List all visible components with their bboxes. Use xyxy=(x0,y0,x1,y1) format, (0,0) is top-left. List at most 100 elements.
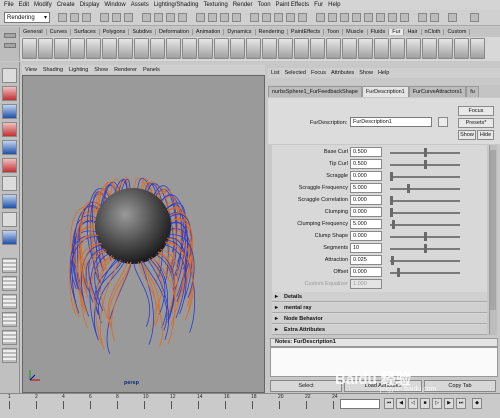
render-settings-icon[interactable] xyxy=(232,13,241,22)
attribute-slider-handle[interactable] xyxy=(390,196,393,205)
attribute-value-field[interactable]: 0.000 xyxy=(350,195,382,205)
show-manipulator-icon[interactable] xyxy=(2,212,17,227)
select-button[interactable]: Select xyxy=(270,380,342,392)
dope-sheet-icon[interactable] xyxy=(364,13,373,22)
channel-box-icon[interactable] xyxy=(286,13,295,22)
section-mental-ray[interactable]: mental ray xyxy=(272,303,487,313)
shelf-tool-icon[interactable] xyxy=(54,38,69,59)
shelf-tool-icon[interactable] xyxy=(38,38,53,59)
shelf-tool-icon[interactable] xyxy=(374,38,389,59)
hypershade-icon[interactable] xyxy=(340,13,349,22)
select-object-icon[interactable] xyxy=(112,13,121,22)
shelf-tab-rendering[interactable]: Rendering xyxy=(256,29,288,35)
graph-editor-icon[interactable] xyxy=(352,13,361,22)
attribute-slider-handle[interactable] xyxy=(423,160,427,169)
select-hierarchy-icon[interactable] xyxy=(100,13,109,22)
menu-lighting-shading[interactable]: Lighting/Shading xyxy=(154,2,199,8)
step-back-icon[interactable]: ◀ xyxy=(396,398,406,409)
menu-assets[interactable]: Assets xyxy=(131,2,149,8)
rotate-tool-icon[interactable] xyxy=(2,140,17,155)
current-time-field[interactable] xyxy=(340,399,380,409)
render-view-icon[interactable] xyxy=(376,13,385,22)
viewport-menu-renderer[interactable]: Renderer xyxy=(114,67,137,73)
open-scene-icon[interactable] xyxy=(70,13,79,22)
render-icon[interactable] xyxy=(208,13,217,22)
single-pane-layout-icon[interactable] xyxy=(2,258,17,273)
shelf-tool-icon[interactable] xyxy=(470,38,485,59)
lasso-tool-icon[interactable] xyxy=(2,86,17,101)
shelf-tool-icon[interactable] xyxy=(358,38,373,59)
ae-menu-attributes[interactable]: Attributes xyxy=(331,70,354,76)
attribute-value-field[interactable]: 5.000 xyxy=(350,183,382,193)
shelf-tab-hair[interactable]: Hair xyxy=(404,29,422,35)
shelf-tab-painteffects[interactable]: PaintEffects xyxy=(288,29,325,35)
section-extra-attributes[interactable]: Extra Attributes xyxy=(272,325,487,335)
fur-description-name-field[interactable]: FurDescription1 xyxy=(350,117,432,127)
shelf-editor-icon[interactable] xyxy=(4,43,16,48)
shelf-tool-icon[interactable] xyxy=(326,38,341,59)
attribute-slider-handle[interactable] xyxy=(390,208,393,217)
hide-button[interactable]: Hide xyxy=(477,130,494,140)
attribute-value-field[interactable]: 0.025 xyxy=(350,255,382,265)
menu-set-select[interactable]: Rendering ▾ xyxy=(4,12,50,23)
shelf-tool-icon[interactable] xyxy=(438,38,453,59)
viewport-menu-lighting[interactable]: Lighting xyxy=(69,67,88,73)
shelf-tool-icon[interactable] xyxy=(246,38,261,59)
ipr-render-icon[interactable] xyxy=(220,13,229,22)
shelf-tab-deformation[interactable]: Deformation xyxy=(156,29,193,35)
tab-fur-curve-attractors[interactable]: FurCurveAttractors1 xyxy=(408,86,467,97)
shelf-tab-animation[interactable]: Animation xyxy=(193,29,225,35)
layout-single-icon[interactable] xyxy=(418,13,427,22)
tab-fur-description[interactable]: FurDescription1 xyxy=(361,86,409,97)
menu-create[interactable]: Create xyxy=(57,2,75,8)
attribute-slider[interactable] xyxy=(390,212,460,214)
attribute-slider[interactable] xyxy=(390,260,460,262)
shelf-tab-curves[interactable]: Curves xyxy=(47,29,71,35)
attribute-scrollbar-thumb[interactable] xyxy=(490,150,496,310)
new-scene-icon[interactable] xyxy=(58,13,67,22)
snap-plane-icon[interactable] xyxy=(178,13,187,22)
attribute-slider-handle[interactable] xyxy=(423,148,427,157)
menu-edit[interactable]: Edit xyxy=(19,2,29,8)
menu-fur[interactable]: Fur xyxy=(314,2,323,8)
attribute-value-field[interactable]: 10 xyxy=(350,243,382,253)
viewport-menu-view[interactable]: View xyxy=(25,67,37,73)
ae-menu-list[interactable]: List xyxy=(271,70,280,76)
universal-manipulator-icon[interactable] xyxy=(2,176,17,191)
shelf-tool-icon[interactable] xyxy=(230,38,245,59)
attribute-value-field[interactable]: 5.000 xyxy=(350,219,382,229)
shelf-tab-fur[interactable]: Fur xyxy=(389,29,405,35)
play-forward-icon[interactable]: ▷ xyxy=(432,398,442,409)
ae-menu-focus[interactable]: Focus xyxy=(311,70,326,76)
go-to-output-icon[interactable] xyxy=(438,117,448,127)
attribute-value-field[interactable]: 0.000 xyxy=(350,171,382,181)
tool-settings-icon[interactable] xyxy=(262,13,271,22)
paint-effects-icon[interactable] xyxy=(388,13,397,22)
attribute-slider-handle[interactable] xyxy=(392,220,395,229)
shelf-tool-icon[interactable] xyxy=(294,38,309,59)
ae-menu-selected[interactable]: Selected xyxy=(285,70,306,76)
step-forward-icon[interactable]: ▶ xyxy=(444,398,454,409)
shelf-tool-icon[interactable] xyxy=(134,38,149,59)
go-to-start-icon[interactable]: ⏮ xyxy=(384,398,394,409)
shelf-tool-icon[interactable] xyxy=(310,38,325,59)
shelf-tool-icon[interactable] xyxy=(342,38,357,59)
attribute-value-field[interactable]: 0.500 xyxy=(350,147,382,157)
menu-help[interactable]: Help xyxy=(328,2,340,8)
tab-fur-feedback-shape[interactable]: nurbsSphere1_FurFeedbackShape xyxy=(268,86,362,97)
shelf-tab-muscle[interactable]: Muscle xyxy=(343,29,368,35)
shelf-tool-icon[interactable] xyxy=(70,38,85,59)
shelf-tab-fluids[interactable]: Fluids xyxy=(368,29,390,35)
attribute-editor-icon[interactable] xyxy=(274,13,283,22)
focus-button[interactable]: Focus xyxy=(458,106,494,116)
perspective-viewport[interactable] xyxy=(22,75,265,393)
attribute-value-field[interactable]: 0.000 xyxy=(350,207,382,217)
shelf-tool-icon[interactable] xyxy=(150,38,165,59)
shelf-tab-toon[interactable]: Toon xyxy=(324,29,344,35)
shelf-tab-custom[interactable]: Custom xyxy=(444,29,471,35)
menu-display[interactable]: Display xyxy=(80,2,100,8)
shelf-tool-icon[interactable] xyxy=(86,38,101,59)
attribute-slider[interactable] xyxy=(390,200,460,202)
attribute-slider-handle[interactable] xyxy=(423,232,427,241)
auto-key-icon[interactable]: ◆ xyxy=(472,398,482,409)
